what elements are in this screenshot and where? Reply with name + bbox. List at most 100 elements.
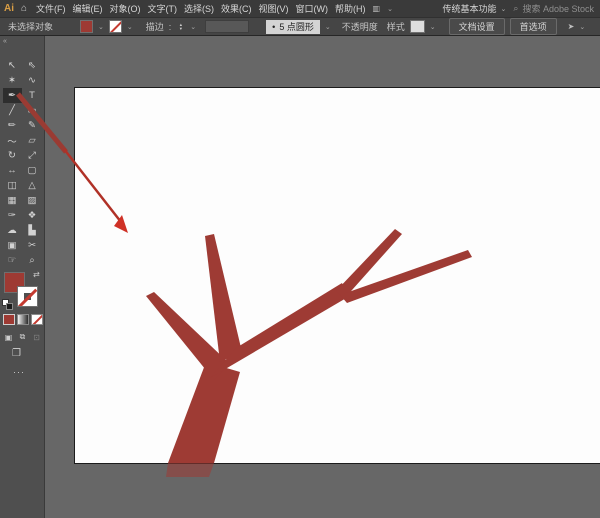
fill-chevron-icon[interactable]: ⌄ [98, 23, 104, 31]
stroke-chevron-icon[interactable]: ⌄ [127, 23, 133, 31]
width-tool[interactable]: ↔ [3, 163, 22, 178]
shape-builder-tool[interactable]: ◫ [3, 178, 22, 193]
shaper-tool[interactable]: 〜 [3, 133, 22, 148]
stepper-down-icon[interactable]: ▼ [179, 27, 183, 31]
document-setup-button[interactable]: 文档设置 [449, 18, 505, 35]
none-button[interactable] [31, 314, 43, 325]
menu-item-3[interactable]: 文字(T) [148, 2, 178, 15]
symbol-sprayer-tool-icon: ☁ [7, 225, 17, 236]
brush-dropdown[interactable]: • 5 点圆形 [266, 20, 320, 34]
pen-tool-icon: ✒ [8, 90, 16, 101]
search-icon: ⌕ [513, 3, 518, 14]
draw-behind-icon[interactable]: ⧉ [16, 331, 29, 343]
magic-wand-tool[interactable]: ✶ [3, 73, 22, 88]
artboard-tool[interactable]: ▣ [3, 238, 22, 253]
gradient-tool[interactable]: ▨ [23, 193, 42, 208]
menu-item-5[interactable]: 效果(C) [221, 2, 252, 15]
control-extras-icon[interactable]: ➤ [568, 22, 575, 31]
gradient-button[interactable] [17, 314, 29, 325]
color-button[interactable] [3, 314, 15, 325]
stroke-color-swatch[interactable] [109, 20, 122, 33]
appearance-buttons [3, 314, 43, 325]
pen-tool[interactable]: ✒ [3, 88, 22, 103]
artboard-tool-icon: ▣ [8, 240, 17, 251]
eyedropper-tool[interactable]: ✑ [3, 208, 22, 223]
perspective-grid-tool[interactable]: △ [23, 178, 42, 193]
opacity-label[interactable]: 不透明度 [342, 20, 378, 33]
tools-panel: « ↖⇖✶∿✒T╱▭✏✎〜▱↻⤢↔▢◫△▦▨✑❖☁▙▣✂☞⌕ ⇄ ▣ ⧉ ⊡ ❐… [0, 36, 45, 518]
free-transform-tool[interactable]: ▢ [23, 163, 42, 178]
style-chevron-icon[interactable]: ⌄ [430, 23, 436, 31]
rectangle-tool-icon: ▭ [28, 105, 37, 116]
selection-tool[interactable]: ↖ [3, 58, 22, 73]
draw-normal-icon[interactable]: ▣ [2, 331, 15, 343]
selection-tool-icon: ↖ [8, 60, 16, 71]
lasso-tool[interactable]: ∿ [23, 73, 42, 88]
gradient-tool-icon: ▨ [28, 195, 37, 206]
mesh-tool-icon: ▦ [8, 195, 17, 206]
stroke-weight-stepper[interactable]: ▲ ▼ [176, 21, 185, 33]
stroke-weight-chevron-icon[interactable]: ⌄ [190, 23, 196, 31]
scale-tool[interactable]: ⤢ [23, 148, 42, 163]
zoom-tool[interactable]: ⌕ [23, 253, 42, 268]
mesh-tool[interactable]: ▦ [3, 193, 22, 208]
menu-items: 文件(F) 编辑(E) 对象(O) 文字(T) 选择(S) 效果(C) 视图(V) 窗口(W)… [36, 2, 366, 15]
menu-bar: Ai ⌂ 文件(F)编辑(E)对象(O)文字(T)选择(S)效果(C)视图(V)… [0, 0, 600, 17]
brush-chevron-icon[interactable]: ⌄ [325, 23, 331, 31]
scale-tool-icon: ⤢ [28, 150, 36, 161]
type-tool[interactable]: T [23, 88, 42, 103]
preferences-button[interactable]: 首选项 [510, 18, 557, 35]
shaper-tool-icon: 〜 [7, 134, 17, 148]
paintbrush-tool-icon: ✏ [8, 120, 16, 131]
edit-toolbar-ellipsis-icon[interactable]: ··· [13, 367, 25, 377]
collapse-toolbar-icon[interactable]: « [3, 38, 7, 45]
pencil-tool[interactable]: ✎ [23, 118, 42, 133]
none-diagonal-icon [18, 288, 38, 307]
paintbrush-tool[interactable]: ✏ [3, 118, 22, 133]
blend-tool[interactable]: ❖ [23, 208, 42, 223]
chevron-down-icon: ⌄ [501, 5, 507, 13]
menu-item-6[interactable]: 视图(V) [259, 2, 289, 15]
menu-item-0[interactable]: 文件(F) [36, 2, 66, 15]
direct-selection-tool[interactable]: ⇖ [23, 58, 42, 73]
brush-dot-icon: • [272, 22, 275, 32]
column-graph-tool[interactable]: ▙ [23, 223, 42, 238]
default-fill-stroke-icon[interactable] [2, 299, 14, 311]
shape-builder-tool-icon: ◫ [8, 180, 17, 191]
eraser-tool[interactable]: ▱ [23, 133, 42, 148]
menu-item-7[interactable]: 窗口(W) [296, 2, 329, 15]
menu-item-1[interactable]: 编辑(E) [73, 2, 103, 15]
style-swatch[interactable] [410, 20, 425, 33]
pasteboard[interactable] [45, 56, 600, 518]
fill-color-swatch[interactable] [80, 20, 93, 33]
screen-mode-icon[interactable]: ❐ [12, 348, 21, 359]
home-icon[interactable]: ⌂ [21, 3, 27, 14]
slice-tool[interactable]: ✂ [23, 238, 42, 253]
swap-fill-stroke-icon[interactable]: ⇄ [33, 270, 40, 279]
blend-tool-icon: ❖ [28, 210, 37, 221]
control-bar: 未选择对象 ⌄ ⌄ 描边: ▲ ▼ ⌄ • 5 点圆形 ⌄ 不透明度 样式 ⌄ … [0, 17, 600, 36]
hand-tool[interactable]: ☞ [3, 253, 22, 268]
workspace-switcher[interactable]: 传统基本功能 ⌄ [443, 2, 507, 15]
style-label: 样式 [387, 20, 405, 33]
rotate-tool[interactable]: ↻ [3, 148, 22, 163]
line-segment-tool-icon: ╱ [9, 105, 15, 116]
arrange-documents-chevron-icon[interactable]: ⌄ [387, 5, 393, 13]
stroke-color-indicator[interactable] [17, 286, 38, 307]
artboard[interactable] [75, 88, 600, 463]
menu-item-8[interactable]: 帮助(H) [335, 2, 366, 15]
menu-item-4[interactable]: 选择(S) [184, 2, 214, 15]
stroke-label: 描边 [146, 20, 164, 33]
symbol-sprayer-tool[interactable]: ☁ [3, 223, 22, 238]
perspective-grid-tool-icon: △ [28, 180, 35, 191]
hand-tool-icon: ☞ [8, 255, 17, 266]
control-extras-chevron-icon[interactable]: ⌄ [579, 23, 585, 31]
variable-width-profile-dropdown[interactable] [205, 20, 249, 33]
arrange-documents-icon[interactable]: ▥ [373, 4, 381, 13]
rectangle-tool[interactable]: ▭ [23, 103, 42, 118]
no-selection-label: 未选择对象 [8, 20, 53, 33]
none-diagonal-icon [109, 21, 122, 33]
menu-item-2[interactable]: 对象(O) [110, 2, 141, 15]
line-segment-tool[interactable]: ╱ [3, 103, 22, 118]
search-field[interactable]: ⌕ 搜索 Adobe Stock [513, 2, 594, 15]
